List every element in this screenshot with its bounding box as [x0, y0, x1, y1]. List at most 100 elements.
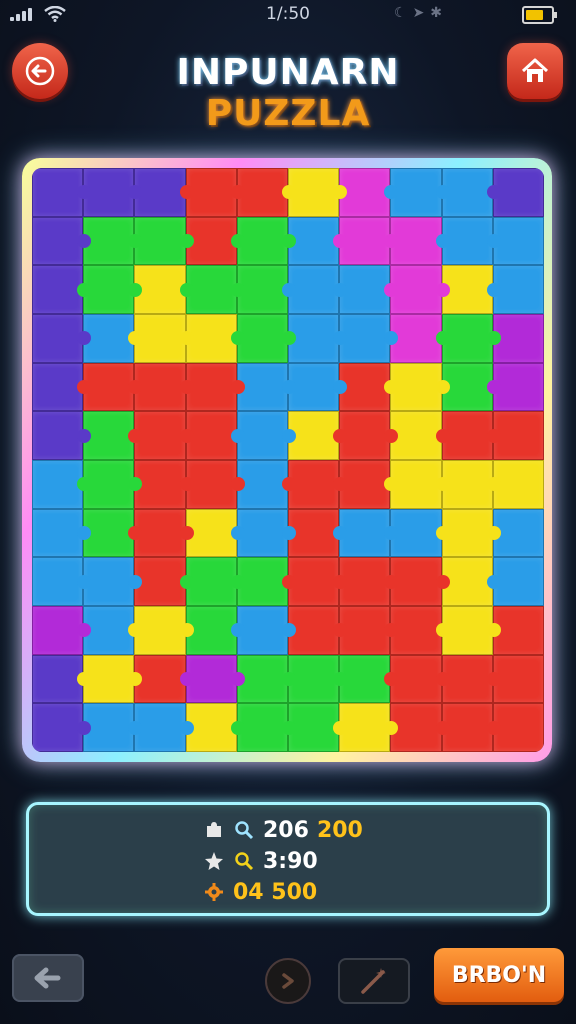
- puzzle-piece[interactable]: [32, 654, 84, 704]
- puzzle-piece[interactable]: [134, 508, 186, 558]
- puzzle-piece[interactable]: [390, 508, 442, 558]
- puzzle-piece[interactable]: [134, 654, 186, 704]
- puzzle-piece[interactable]: [134, 168, 186, 217]
- title-part-2: PUZZLA: [205, 93, 371, 134]
- status-bar: 1/:50 ☾➤✱: [0, 0, 576, 30]
- stat-score-accent: 04 500: [233, 879, 318, 905]
- piece-tab: [230, 526, 245, 540]
- status-time: 1/:50: [266, 4, 310, 24]
- status-icons: ☾➤✱: [394, 5, 448, 21]
- puzzle-piece[interactable]: [390, 168, 442, 217]
- piece-tab: [77, 282, 92, 297]
- piece-tab: [128, 720, 143, 735]
- piece-tab: [384, 720, 399, 735]
- piece-tab: [179, 380, 194, 394]
- piece-tab: [486, 282, 501, 297]
- tool-button[interactable]: [338, 958, 410, 1004]
- page-title: INPUNARN PUZZLA: [100, 52, 476, 134]
- piece-tab: [179, 282, 194, 297]
- piece-tab: [435, 185, 450, 200]
- puzzle-piece[interactable]: [390, 606, 442, 655]
- puzzle-piece[interactable]: [134, 606, 186, 655]
- puzzle-board[interactable]: [32, 168, 544, 752]
- puzzle-piece[interactable]: [32, 508, 84, 558]
- piece-tab: [384, 428, 399, 443]
- piece-tab: [282, 672, 296, 686]
- puzzle-piece[interactable]: [134, 703, 186, 752]
- puzzle-piece[interactable]: [390, 654, 442, 704]
- piece-tab: [435, 526, 450, 540]
- star-icon: [203, 850, 225, 872]
- puzzle-piece[interactable]: [134, 362, 186, 412]
- hint-circle-icon: [282, 973, 294, 989]
- home-icon: [521, 58, 549, 82]
- piece-tab: [435, 234, 450, 248]
- puzzle-piece[interactable]: [134, 216, 186, 266]
- undo-arrow-icon: [34, 967, 61, 989]
- piece-tab: [179, 477, 194, 492]
- piece-tab: [486, 672, 501, 686]
- piece-tab: [128, 428, 143, 443]
- piece-tab: [179, 526, 194, 540]
- piece-tab: [230, 380, 245, 394]
- undo-button[interactable]: [12, 954, 84, 1002]
- puzzle-piece[interactable]: [134, 265, 186, 314]
- piece-tab: [486, 720, 501, 735]
- piece-tab: [486, 380, 501, 394]
- puzzle-piece[interactable]: [32, 411, 84, 460]
- piece-tab: [435, 623, 450, 638]
- puzzle-piece[interactable]: [390, 703, 442, 752]
- stat-row-pieces: 206 200: [203, 815, 363, 845]
- puzzle-piece[interactable]: [32, 314, 84, 363]
- magic-wand-icon: [361, 968, 386, 994]
- puzzle-piece[interactable]: [390, 362, 442, 412]
- piece-tab: [179, 720, 194, 735]
- title-part-1: INPUNARN: [176, 52, 400, 93]
- battery-icon: [522, 6, 557, 24]
- piece-tab: [282, 574, 296, 589]
- puzzle-piece[interactable]: [32, 265, 84, 314]
- puzzle-piece[interactable]: [134, 411, 186, 460]
- piece-tab: [435, 672, 450, 686]
- puzzle-piece[interactable]: [134, 460, 186, 509]
- piece-tab: [384, 574, 399, 589]
- home-button[interactable]: [507, 43, 563, 99]
- piece-tab: [179, 234, 194, 248]
- puzzle-piece[interactable]: [134, 557, 186, 606]
- piece-tab: [77, 428, 92, 443]
- piece-tab: [435, 428, 450, 443]
- back-arrow-icon: [25, 56, 55, 86]
- piece-tab: [435, 720, 450, 735]
- puzzle-piece[interactable]: [390, 460, 442, 509]
- puzzle-piece[interactable]: [390, 216, 442, 266]
- puzzle-piece[interactable]: [32, 460, 84, 509]
- battery-fill: [526, 10, 543, 20]
- piece-tab: [333, 282, 348, 297]
- puzzle-piece[interactable]: [32, 216, 84, 266]
- piece-tab: [435, 331, 450, 346]
- puzzle-piece[interactable]: [32, 557, 84, 606]
- play-button[interactable]: BRBO'N: [434, 948, 564, 1002]
- piece-tab: [282, 380, 296, 394]
- puzzle-piece[interactable]: [32, 703, 84, 752]
- piece-tab: [486, 526, 501, 540]
- puzzle-piece[interactable]: [32, 362, 84, 412]
- back-button[interactable]: [12, 43, 68, 99]
- hint-button[interactable]: [265, 958, 311, 1004]
- stat-pieces-accent: 200: [316, 817, 363, 843]
- puzzle-piece[interactable]: [390, 557, 442, 606]
- puzzle-piece[interactable]: [32, 168, 84, 217]
- puzzle-piece[interactable]: [390, 314, 442, 363]
- puzzle-piece[interactable]: [390, 265, 442, 314]
- moon-icon: ☾: [394, 5, 413, 21]
- stat-time-value: 3:90: [263, 848, 318, 874]
- puzzle-piece[interactable]: [32, 606, 84, 655]
- piece-tab: [282, 282, 296, 297]
- piece-tab: [435, 574, 450, 589]
- piece-tab: [179, 623, 194, 638]
- puzzle-piece[interactable]: [134, 314, 186, 363]
- piece-tab: [230, 672, 245, 686]
- piece-tab: [230, 574, 245, 589]
- piece-tab: [179, 185, 194, 200]
- puzzle-piece[interactable]: [390, 411, 442, 460]
